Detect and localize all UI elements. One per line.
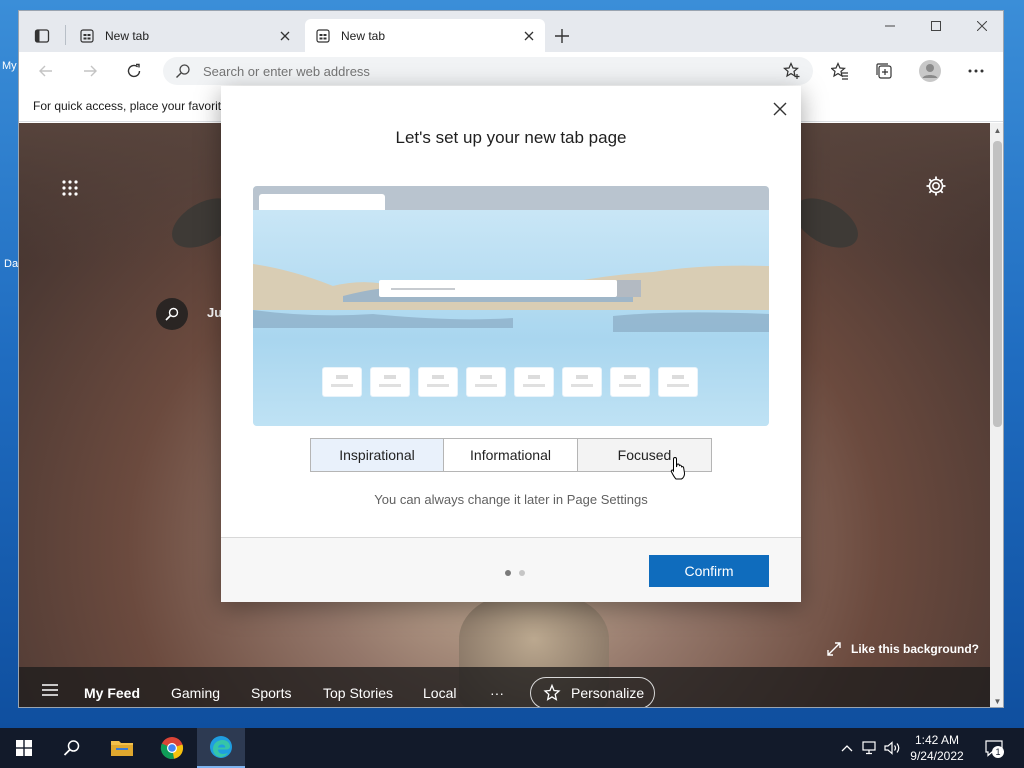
- taskbar-search-button[interactable]: [48, 728, 96, 768]
- maximize-button[interactable]: [913, 11, 959, 41]
- web-search-button[interactable]: [156, 298, 188, 330]
- preview-quick-link-tile: [323, 368, 361, 396]
- layout-selector: Inspirational Informational Focused: [310, 438, 712, 472]
- settings-more-button[interactable]: [963, 58, 989, 84]
- close-tab-icon[interactable]: [275, 26, 295, 46]
- volume-icon[interactable]: [882, 728, 904, 768]
- refresh-button[interactable]: [121, 58, 147, 84]
- desktop-icon-label[interactable]: Da: [4, 258, 18, 270]
- expand-icon: [827, 642, 841, 656]
- back-button[interactable]: [33, 58, 59, 84]
- like-background-button[interactable]: Like this background?: [827, 642, 979, 656]
- tab-bar: New tab New tab: [19, 11, 1003, 52]
- forward-button[interactable]: [77, 58, 103, 84]
- page-settings-gear-icon[interactable]: [925, 175, 947, 202]
- start-button[interactable]: [0, 728, 48, 768]
- address-input[interactable]: [203, 61, 763, 81]
- preview-quick-link-tile: [467, 368, 505, 396]
- search-icon: [175, 63, 191, 84]
- windows-taskbar: 1:42 AM 9/24/2022 1: [0, 728, 1024, 768]
- feed-more-button[interactable]: ···: [490, 685, 504, 701]
- feed-tab-local[interactable]: Local: [423, 685, 456, 701]
- feed-tab-sports[interactable]: Sports: [251, 685, 291, 701]
- feed-tab-gaming[interactable]: Gaming: [171, 685, 220, 701]
- tab-new-tab-active[interactable]: New tab: [305, 19, 545, 52]
- personalize-star-icon: [543, 684, 561, 702]
- favorites-button[interactable]: [827, 58, 853, 84]
- preview-quick-link-tile: [659, 368, 697, 396]
- clock-date: 9/24/2022: [910, 749, 964, 763]
- notification-count-badge: 1: [992, 746, 1004, 758]
- scrollbar-thumb[interactable]: [993, 141, 1002, 427]
- preview-search-button: [617, 280, 641, 297]
- add-favorite-icon[interactable]: [783, 62, 801, 85]
- preview-search-box: [379, 280, 617, 297]
- tab-separator: [65, 25, 66, 45]
- tab-actions-icon[interactable]: [29, 23, 55, 49]
- personalize-label: Personalize: [571, 685, 645, 701]
- collections-button[interactable]: [871, 58, 897, 84]
- page-dot-active: [505, 570, 511, 576]
- close-tab-icon[interactable]: [519, 26, 539, 46]
- feed-tab-top-stories[interactable]: Top Stories: [323, 685, 393, 701]
- clock-time: 1:42 AM: [914, 733, 960, 747]
- feed-navigation-bar: My Feed Gaming Sports Top Stories Local …: [19, 667, 990, 707]
- page-scrollbar[interactable]: ▲ ▼: [990, 123, 1003, 707]
- preview-quick-link-tile: [419, 368, 457, 396]
- preview-background: [253, 210, 769, 426]
- preview-quick-link-tile: [515, 368, 553, 396]
- window-controls: [867, 11, 1003, 41]
- like-background-label: Like this background?: [851, 642, 980, 656]
- layout-focused-button[interactable]: Focused: [578, 438, 712, 472]
- file-explorer-icon[interactable]: [98, 728, 146, 768]
- layout-informational-button[interactable]: Informational: [444, 438, 578, 472]
- close-dialog-button[interactable]: [769, 98, 791, 120]
- tab-new-tab[interactable]: New tab: [69, 19, 301, 52]
- settings-hint-text: You can always change it later in Page S…: [374, 492, 648, 507]
- scroll-up-arrow[interactable]: ▲: [993, 126, 1002, 135]
- confirm-button[interactable]: Confirm: [649, 555, 769, 587]
- hand-cursor-icon: [670, 456, 686, 487]
- new-tab-setup-dialog: Let's set up your new tab page Inspirati…: [221, 86, 801, 602]
- minimize-button[interactable]: [867, 11, 913, 41]
- layout-inspirational-button[interactable]: Inspirational: [310, 438, 444, 472]
- new-tab-button[interactable]: [551, 25, 573, 47]
- layout-preview-image: [253, 186, 769, 426]
- feed-tab-my-feed[interactable]: My Feed: [84, 685, 140, 701]
- favorites-bar-hint: For quick access, place your favorit: [33, 99, 222, 113]
- new-tab-favicon-icon: [79, 28, 95, 44]
- network-icon[interactable]: [860, 728, 882, 768]
- chrome-icon[interactable]: [148, 728, 196, 768]
- dialog-footer: Confirm: [221, 538, 801, 602]
- dialog-title: Let's set up your new tab page: [395, 128, 627, 147]
- page-dot: [519, 570, 525, 576]
- preview-quick-link-tile: [563, 368, 601, 396]
- tab-title: New tab: [105, 28, 150, 43]
- profile-avatar[interactable]: [917, 58, 943, 84]
- tab-title: New tab: [341, 28, 386, 43]
- show-hidden-icons-button[interactable]: [836, 728, 858, 768]
- close-window-button[interactable]: [959, 11, 1003, 41]
- app-launcher-icon[interactable]: [61, 179, 79, 202]
- action-center-button[interactable]: 1: [980, 728, 1008, 768]
- system-clock[interactable]: 1:42 AM 9/24/2022: [904, 732, 970, 764]
- navigation-toolbar: [19, 52, 1003, 90]
- search-suggestion-text: Ju: [207, 305, 223, 320]
- hamburger-menu-icon[interactable]: [41, 683, 59, 702]
- scroll-down-arrow[interactable]: ▼: [993, 697, 1002, 706]
- preview-quick-link-tile: [611, 368, 649, 396]
- address-bar[interactable]: [163, 57, 813, 85]
- personalize-button[interactable]: Personalize: [530, 677, 655, 707]
- new-tab-favicon-icon: [315, 28, 331, 44]
- page-indicator: [505, 570, 533, 576]
- edge-icon[interactable]: [197, 728, 245, 768]
- desktop-icon-label[interactable]: My: [2, 60, 17, 72]
- preview-quick-link-tile: [371, 368, 409, 396]
